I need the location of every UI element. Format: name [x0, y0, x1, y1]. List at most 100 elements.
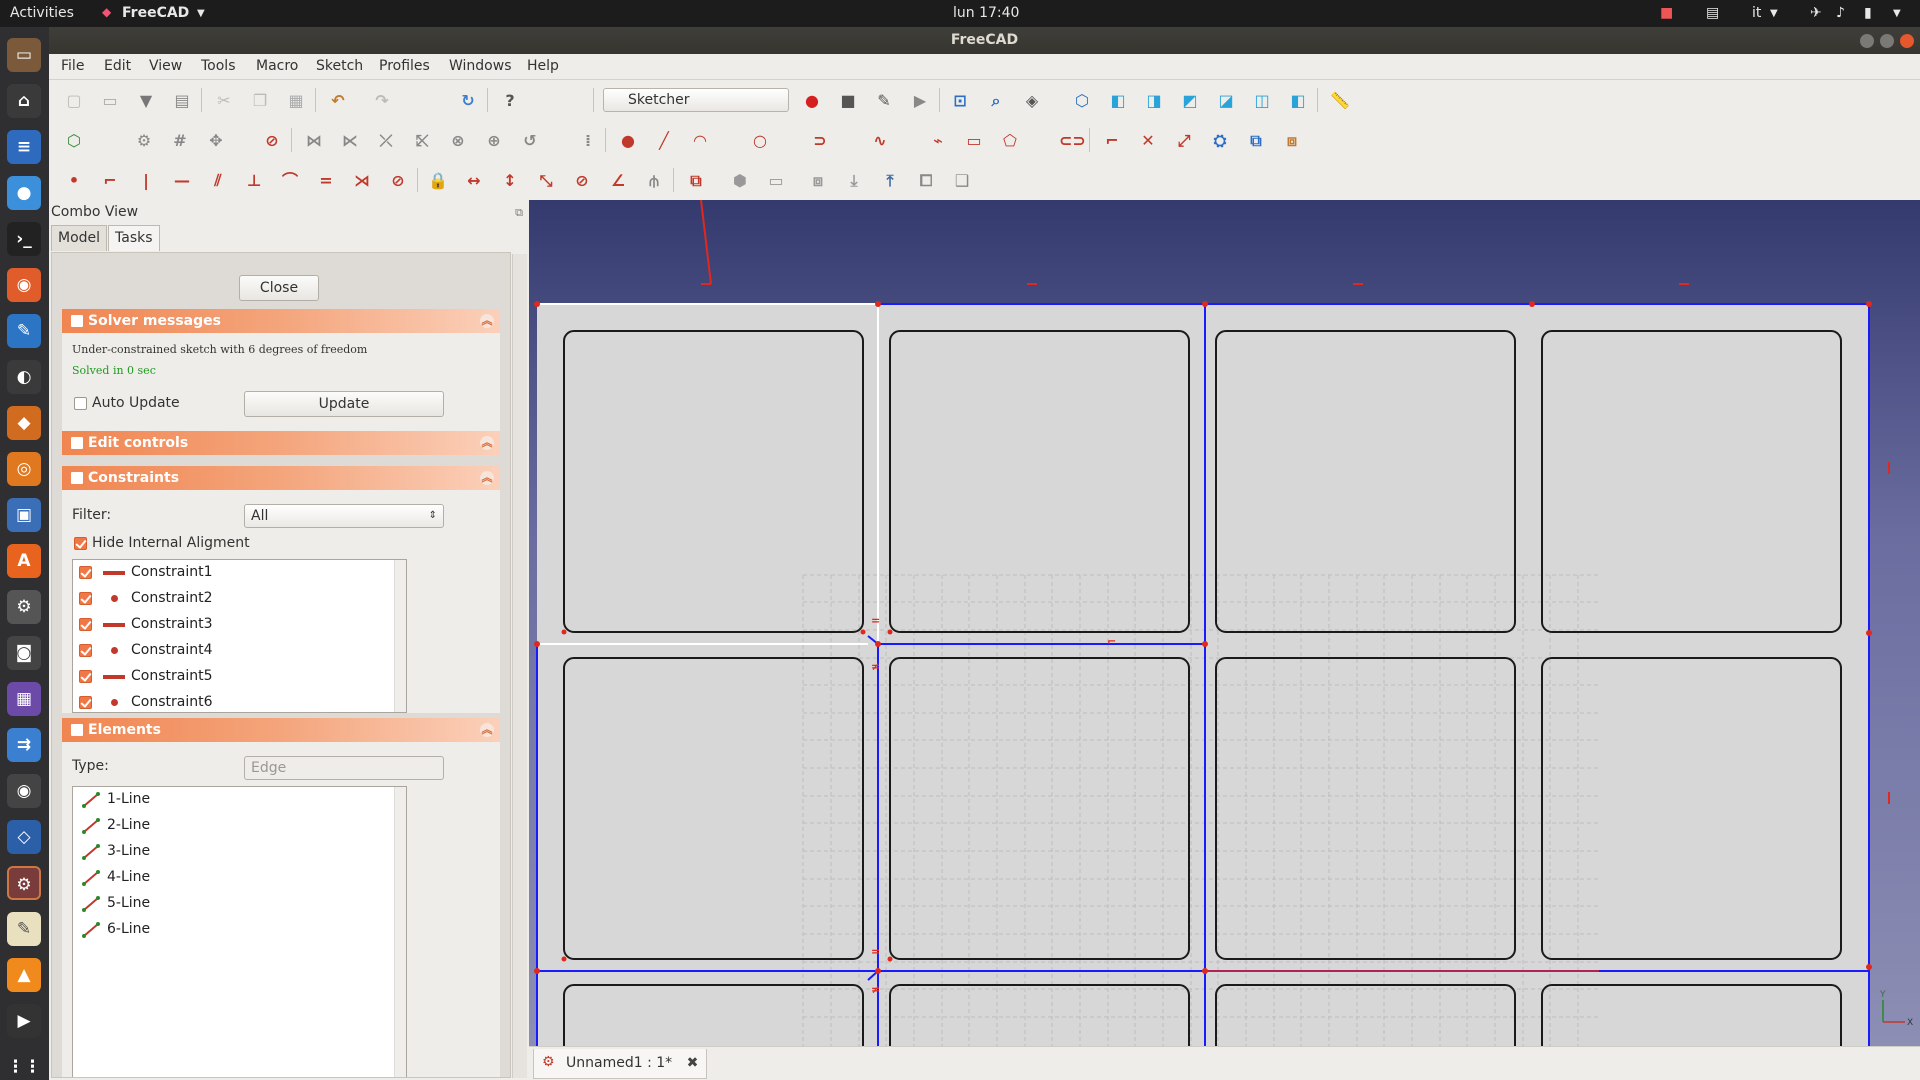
create-slot-icon[interactable]: ⊂⊃: [1059, 130, 1086, 152]
video-editor-launcher-icon[interactable]: ▶: [7, 1004, 41, 1038]
collapse-icon[interactable]: ︽: [480, 471, 494, 485]
constraint-checkbox[interactable]: [79, 644, 92, 657]
window-titlebar[interactable]: FreeCAD: [49, 27, 1920, 54]
list-item[interactable]: 1-Line: [73, 787, 406, 813]
collapse-icon[interactable]: ︽: [480, 723, 494, 737]
task-panel-scrollbar[interactable]: [512, 254, 527, 1078]
menu-edit[interactable]: Edit: [104, 58, 131, 74]
left-view-icon[interactable]: ◧: [1287, 90, 1309, 112]
leave-sketch-icon[interactable]: ⤒: [879, 170, 901, 192]
save-icon[interactable]: ▼: [135, 90, 157, 112]
constrain-perpendicular-icon[interactable]: ⊥: [243, 170, 265, 192]
new-document-icon[interactable]: ▢: [63, 90, 85, 112]
menu-profiles[interactable]: Profiles: [379, 58, 430, 74]
isometric-view-icon[interactable]: ⬡: [1071, 90, 1093, 112]
collapse-icon[interactable]: ︽: [480, 436, 494, 450]
macro-edit-icon[interactable]: ✎: [873, 90, 895, 112]
constraint-checkbox[interactable]: [79, 670, 92, 683]
draw-style-icon[interactable]: ◈: [1021, 90, 1043, 112]
constrain-symmetric-icon[interactable]: ⋊: [351, 170, 373, 192]
open-sketch-icon[interactable]: ▭: [765, 170, 787, 192]
top-view-icon[interactable]: ◨: [1143, 90, 1165, 112]
list-item[interactable]: 3-Line: [73, 839, 406, 865]
close-button[interactable]: Close: [239, 275, 319, 301]
list-item[interactable]: 4-Line: [73, 865, 406, 891]
fit-selection-icon[interactable]: ⌕: [985, 90, 1007, 112]
chevron-down-icon[interactable]: ▼: [197, 8, 205, 19]
collapse-icon[interactable]: ︽: [480, 314, 494, 328]
activities-button[interactable]: Activities: [10, 5, 74, 21]
list-item[interactable]: 5-Line: [73, 891, 406, 917]
new-sketch-icon[interactable]: ⬢: [729, 170, 751, 192]
map-sketch-icon[interactable]: ⧈: [807, 170, 829, 192]
create-polyline-icon[interactable]: ⌁: [927, 130, 949, 152]
menu-windows[interactable]: Windows: [449, 58, 512, 74]
document-tab[interactable]: ⚙ Unnamed1 : 1* ✖: [533, 1049, 708, 1079]
writer-launcher-icon[interactable]: ≡: [7, 130, 41, 164]
constrain-tangent-icon[interactable]: ⌒: [279, 170, 301, 192]
show-applications-icon[interactable]: ⋮⋮: [7, 1050, 41, 1080]
list-item[interactable]: 6-Line: [73, 917, 406, 943]
gimp-launcher-icon[interactable]: ◐: [7, 360, 41, 394]
constrain-distance-icon[interactable]: ⤡: [535, 170, 557, 192]
inkscape-launcher-icon[interactable]: ◆: [7, 406, 41, 440]
constrain-horizontal-distance-icon[interactable]: ↔: [463, 170, 485, 192]
right-view-icon[interactable]: ◩: [1179, 90, 1201, 112]
chevron-down-icon[interactable]: ▼: [1893, 8, 1901, 19]
files-launcher-icon[interactable]: ▭: [7, 38, 41, 72]
menu-macro[interactable]: Macro: [256, 58, 298, 74]
symmetry-icon[interactable]: ⊗: [447, 130, 469, 152]
cut-icon[interactable]: ✂: [213, 90, 235, 112]
macro-record-icon[interactable]: ●: [801, 90, 823, 112]
tab-tasks[interactable]: Tasks: [108, 225, 160, 251]
constrain-parallel-icon[interactable]: ⫽: [207, 170, 229, 192]
volume-icon[interactable]: ♪: [1836, 5, 1845, 21]
close-tab-icon[interactable]: ✖: [687, 1055, 699, 1071]
airplane-mode-icon[interactable]: ✈: [1810, 5, 1822, 21]
menu-tools[interactable]: Tools: [201, 58, 236, 74]
filter-select[interactable]: All ⇕: [244, 504, 444, 528]
list-item[interactable]: 2-Line: [73, 813, 406, 839]
camera-indicator-icon[interactable]: ■: [1660, 5, 1673, 21]
hide-internal-alignment-checkbox[interactable]: [74, 537, 87, 550]
constraint-checkbox[interactable]: [79, 592, 92, 605]
list-scrollbar[interactable]: [394, 560, 406, 712]
front-view-icon[interactable]: ◧: [1107, 90, 1129, 112]
macro-run-icon[interactable]: ▶: [909, 90, 931, 112]
bottom-view-icon[interactable]: ◫: [1251, 90, 1273, 112]
constraint-checkbox[interactable]: [79, 696, 92, 709]
create-line-icon[interactable]: ╱: [653, 130, 675, 152]
select-constraints-icon[interactable]: ⋈: [303, 130, 325, 152]
ubuntu-software-icon[interactable]: A: [7, 544, 41, 578]
app-menu-button[interactable]: FreeCAD: [122, 5, 189, 21]
terminal-launcher-icon[interactable]: ›_: [7, 222, 41, 256]
view-sketch-icon[interactable]: ⬡: [63, 130, 85, 152]
list-item[interactable]: Constraint2: [73, 586, 406, 612]
create-rectangle-icon[interactable]: ▭: [963, 130, 985, 152]
merge-sketches-icon[interactable]: ❑: [951, 170, 973, 192]
list-item[interactable]: Constraint1: [73, 560, 406, 586]
list-item[interactable]: Constraint4: [73, 638, 406, 664]
eye-launcher-icon[interactable]: ◉: [7, 774, 41, 808]
constrain-angle-icon[interactable]: ∠: [607, 170, 629, 192]
list-item[interactable]: Constraint6: [73, 690, 406, 712]
stop-operation-icon[interactable]: ⊘: [261, 130, 283, 152]
constrain-lock-icon[interactable]: 🔒: [427, 170, 449, 192]
chevron-down-icon[interactable]: ▼: [1770, 8, 1778, 19]
validate-sketch-icon[interactable]: ⧠: [915, 170, 937, 192]
app-launcher-icon[interactable]: ▦: [7, 682, 41, 716]
firefox-launcher-icon[interactable]: ◉: [7, 268, 41, 302]
redo-icon[interactable]: ↷: [371, 90, 393, 112]
open-document-icon[interactable]: ▭: [99, 90, 121, 112]
whats-this-icon[interactable]: ?: [499, 90, 521, 112]
constrain-coincident-icon[interactable]: •: [63, 170, 85, 192]
rear-view-icon[interactable]: ◪: [1215, 90, 1237, 112]
rendering-order-icon[interactable]: ✥: [205, 130, 227, 152]
copy-icon[interactable]: ❐: [249, 90, 271, 112]
edit-controls-header[interactable]: Edit controls ︽: [62, 431, 500, 455]
create-point-icon[interactable]: ●: [617, 130, 639, 152]
select-horizontal-axis-icon[interactable]: ⤫: [375, 130, 397, 152]
list-scrollbar[interactable]: [394, 787, 406, 1077]
settings-launcher-icon[interactable]: ⚙: [7, 590, 41, 624]
reorient-sketch-icon[interactable]: ⤓: [843, 170, 865, 192]
